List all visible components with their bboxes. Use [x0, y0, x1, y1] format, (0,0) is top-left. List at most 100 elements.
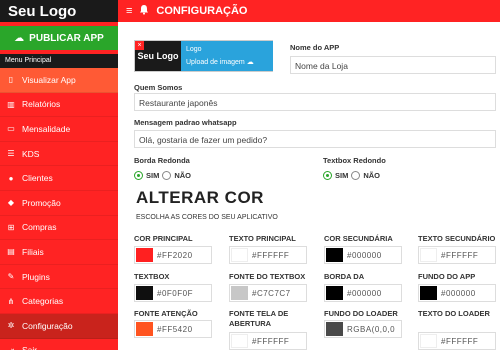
color-swatch[interactable] — [231, 248, 248, 262]
colors-section-title: ALTERAR COR — [136, 188, 264, 207]
color-value: #0F0F0F — [157, 289, 193, 298]
exit-icon: ⇥ — [6, 346, 16, 350]
sidebar-item-label: Visualizar App — [22, 74, 76, 85]
upload-image-button[interactable]: Logo Upload de imagem ☁ — [181, 41, 273, 71]
color-swatch[interactable] — [136, 248, 153, 262]
color-input[interactable]: #000000 — [324, 246, 402, 264]
color-swatch[interactable] — [136, 322, 153, 336]
color-input[interactable]: #FFFFFF — [418, 332, 496, 350]
about-label: Quem Somos — [134, 83, 183, 92]
round-textbox-yes-radio[interactable] — [323, 171, 332, 180]
brand-logo: Seu Logo — [0, 0, 118, 22]
color-input[interactable]: #FFFFFF — [418, 246, 496, 264]
sidebar-item-label: Clientes — [22, 173, 53, 184]
sidebar-item-9[interactable]: ✎ Plugins — [0, 265, 118, 290]
building-icon: ▤ — [7, 247, 15, 257]
color-field-label: FUNDO DO APP — [418, 272, 476, 281]
no-label: NÃO — [363, 171, 381, 180]
color-field-label: TEXTO DO LOADER — [418, 309, 490, 318]
phone-icon: ▯ — [8, 75, 14, 85]
publish-app-button[interactable]: ☁ PUBLICAR APP — [0, 26, 118, 50]
sidebar-item-8[interactable]: ▤ Filiais — [0, 240, 118, 265]
sidebar-item-label: Mensalidade — [22, 123, 71, 134]
sidebar-item-label: Filiais — [22, 246, 44, 257]
bell-icon — [139, 4, 149, 18]
main-content: Seu Logo × Logo Upload de imagem ☁ Nome … — [118, 22, 500, 350]
yes-label: SIM — [335, 171, 349, 180]
sidebar-item-12[interactable]: ⇥ Sair — [0, 339, 118, 350]
sidebar-item-label: Compras — [22, 222, 57, 233]
round-border-label: Borda Redonda — [134, 156, 190, 165]
color-input[interactable]: #FF2020 — [134, 246, 212, 264]
color-swatch[interactable] — [231, 334, 248, 348]
color-input[interactable]: #000000 — [324, 284, 402, 302]
color-input[interactable]: #000000 — [418, 284, 496, 302]
color-field-label: COR PRINCIPAL — [134, 234, 193, 243]
gear-icon: ✲ — [7, 321, 15, 331]
color-swatch[interactable] — [326, 322, 343, 336]
color-swatch[interactable] — [326, 286, 343, 300]
color-input[interactable]: #FF5420 — [134, 320, 212, 338]
color-swatch[interactable] — [420, 334, 437, 348]
color-value: #C7C7C7 — [252, 289, 291, 298]
list-icon: ☰ — [7, 149, 15, 159]
color-swatch[interactable] — [326, 248, 343, 262]
color-swatch[interactable] — [136, 286, 153, 300]
color-value: #000000 — [347, 289, 382, 298]
page-title: CONFIGURAÇÃO — [156, 5, 248, 17]
color-swatch[interactable] — [420, 286, 437, 300]
color-value: #FFFFFF — [252, 337, 290, 346]
sidebar-item-5[interactable]: ● Clientes — [0, 166, 118, 191]
sidebar-item-2[interactable]: ▥ Relatórios — [0, 93, 118, 118]
round-textbox-no-radio[interactable] — [351, 171, 361, 180]
whatsapp-message-input[interactable]: Olá, gostaria de fazer um pedido? — [134, 130, 496, 148]
round-textbox-label: Textbox Redondo — [323, 156, 386, 165]
logo-uploader[interactable]: Seu Logo × Logo Upload de imagem ☁ — [134, 40, 273, 72]
sidebar-item-3[interactable]: ▭ Mensalidade — [0, 117, 118, 142]
color-field-label: FUNDO DO LOADER — [324, 309, 398, 318]
color-value: RGBA(0,0,0 — [347, 325, 396, 334]
color-value: #000000 — [347, 251, 382, 260]
color-input[interactable]: RGBA(0,0,0 — [324, 320, 402, 338]
color-swatch[interactable] — [231, 286, 248, 300]
color-field-label: TEXTBOX — [134, 272, 170, 281]
sidebar-item-7[interactable]: ⊞ Compras — [0, 216, 118, 241]
round-border-yes-radio[interactable] — [134, 171, 143, 180]
sidebar-item-label: KDS — [22, 148, 40, 159]
colors-section-subtitle: ESCOLHA AS CORES DO SEU APLICATIVO — [136, 214, 278, 221]
sidebar-item-6[interactable]: ◆ Promoção — [0, 191, 118, 216]
sidebar-item-label: Configuração — [22, 320, 73, 331]
app-name-input[interactable]: Nome da Loja — [290, 56, 496, 74]
hamburger-menu-icon[interactable]: ≡ — [126, 5, 132, 17]
upload-label: Upload de imagem ☁ — [186, 59, 254, 66]
sidebar-item-label: Relatórios — [22, 99, 61, 110]
publish-wrap: ☁ PUBLICAR APP — [0, 22, 118, 54]
cloud-upload-icon: ☁ — [14, 32, 25, 44]
sidebar-item-4[interactable]: ☰ KDS — [0, 142, 118, 167]
round-border-no-radio[interactable] — [162, 171, 172, 180]
tag-icon: ◆ — [7, 198, 15, 208]
bar-chart-icon: ▥ — [7, 99, 15, 109]
color-field-label: TEXTO SECUNDÁRIO — [418, 234, 496, 243]
round-textbox-options: SIM NÃO — [323, 171, 380, 180]
sidebar-item-10[interactable]: ⋔ Categorias — [0, 289, 118, 314]
sidebar-item-label: Categorias — [22, 296, 64, 307]
color-swatch[interactable] — [420, 248, 437, 262]
sitemap-icon: ⋔ — [7, 296, 15, 306]
color-value: #FF2020 — [157, 251, 193, 260]
color-input[interactable]: #0F0F0F — [134, 284, 212, 302]
sidebar-item-1[interactable]: ▯ Visualizar App — [0, 68, 118, 93]
about-input[interactable]: Restaurante japonês — [134, 93, 496, 111]
remove-logo-button[interactable]: × — [135, 41, 144, 50]
color-input[interactable]: #FFFFFF — [229, 246, 307, 264]
sidebar-item-11[interactable]: ✲ Configuração — [0, 313, 118, 339]
menu-header: Menu Principal — [0, 54, 118, 68]
color-field-label: COR SECUNDÁRIA — [324, 234, 393, 243]
color-input[interactable]: #C7C7C7 — [229, 284, 307, 302]
color-input[interactable]: #FFFFFF — [229, 332, 307, 350]
yes-label: SIM — [146, 171, 160, 180]
color-value: #FF5420 — [157, 325, 193, 334]
no-label: NÃO — [174, 171, 192, 180]
color-value: #000000 — [441, 289, 476, 298]
color-value: #FFFFFF — [252, 251, 290, 260]
